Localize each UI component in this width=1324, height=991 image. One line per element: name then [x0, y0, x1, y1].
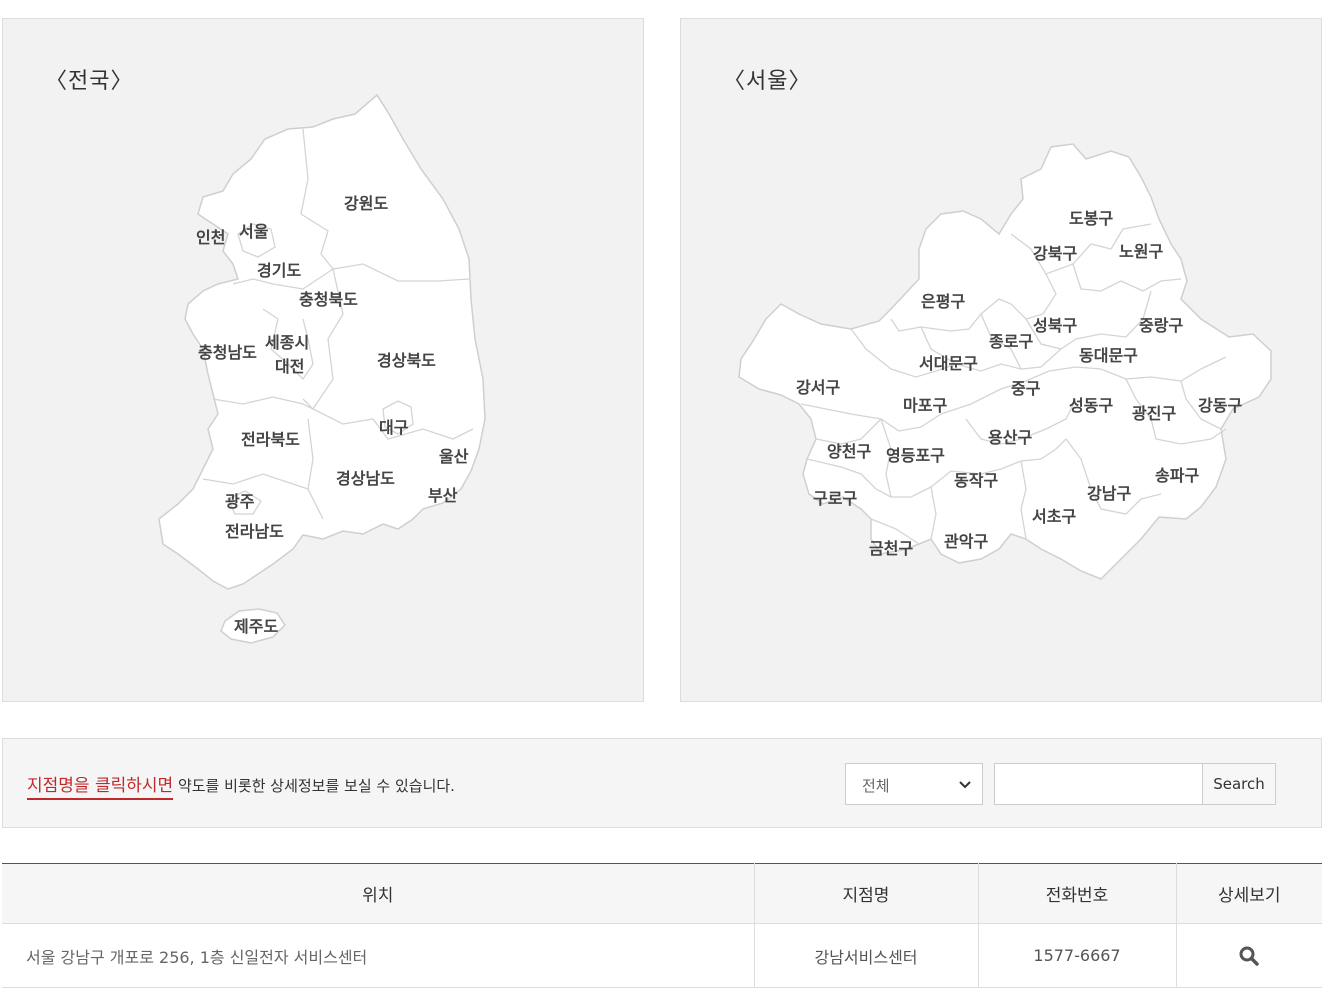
district-seongbuk[interactable]: 성북구 [1033, 316, 1077, 335]
notice-rest: 약도를 비롯한 상세정보를 보실 수 있습니다. [173, 777, 455, 795]
district-geumcheon[interactable]: 금천구 [869, 539, 913, 558]
header-phone: 전화번호 [978, 863, 1177, 924]
district-yeongdeungpo[interactable]: 영등포구 [886, 446, 945, 465]
mainland-shape [158, 93, 486, 590]
seoul-map-panel: 〈서울〉 도봉구 강북구 노원구 은평구 성북구 중랑구 종로구 서대문구 동대… [680, 18, 1322, 702]
chevron-down-icon [959, 781, 971, 789]
region-sejong[interactable]: 세종시 [265, 333, 309, 352]
district-mapo[interactable]: 마포구 [903, 396, 947, 415]
district-dongjak[interactable]: 동작구 [954, 471, 998, 490]
region-jeju[interactable]: 제주도 [234, 617, 278, 636]
district-gwangjin[interactable]: 광진구 [1132, 404, 1176, 423]
row-phone: 1577-6667 [978, 923, 1177, 988]
district-nowon[interactable]: 노원구 [1119, 242, 1163, 261]
region-gyeonggi[interactable]: 경기도 [257, 261, 301, 280]
search-bar: 지점명을 클릭하시면 약도를 비롯한 상세정보를 보실 수 있습니다. 전체 S… [2, 738, 1322, 828]
region-gwangju[interactable]: 광주 [225, 492, 255, 511]
seoul-outline [738, 143, 1272, 580]
district-gangnam[interactable]: 강남구 [1087, 484, 1131, 503]
district-jongno[interactable]: 종로구 [989, 332, 1033, 351]
region-select-value: 전체 [862, 777, 890, 795]
region-gangwon[interactable]: 강원도 [344, 194, 388, 213]
seoul-map: 도봉구 강북구 노원구 은평구 성북구 중랑구 종로구 서대문구 동대문구 강서… [738, 143, 1272, 580]
table-row: 서울 강남구 개포로 256, 1층 신일전자 서비스센터 강남서비스센터 15… [2, 923, 1322, 988]
search-button[interactable]: Search [1202, 763, 1276, 805]
district-seocho[interactable]: 서초구 [1032, 507, 1076, 526]
district-dongdaemun[interactable]: 동대문구 [1079, 346, 1138, 365]
district-yangcheon[interactable]: 양천구 [827, 442, 871, 461]
district-seodaemun[interactable]: 서대문구 [919, 354, 978, 373]
national-map-panel: 〈전국〉 강원도 인천 서울 경기도 충청북도 충청남도 세종시 대전 경상북도… [2, 18, 644, 702]
district-guro[interactable]: 구로구 [813, 489, 857, 508]
district-yongsan[interactable]: 용산구 [988, 428, 1032, 447]
search-icon[interactable] [1238, 945, 1260, 967]
row-address: 서울 강남구 개포로 256, 1층 신일전자 서비스센터 [2, 923, 755, 988]
table-header-row: 위치 지점명 전화번호 상세보기 [2, 863, 1322, 924]
korea-map: 강원도 인천 서울 경기도 충청북도 충청남도 세종시 대전 경상북도 대구 전… [158, 93, 486, 644]
district-gwanak[interactable]: 관악구 [944, 532, 988, 551]
district-seongdong[interactable]: 성동구 [1069, 396, 1113, 415]
region-gyeongnam[interactable]: 경상남도 [336, 469, 395, 488]
region-chungbuk[interactable]: 충청북도 [299, 290, 358, 309]
region-daejeon[interactable]: 대전 [275, 357, 304, 376]
region-incheon[interactable]: 인천 [196, 228, 225, 247]
region-jeonnam[interactable]: 전라남도 [225, 522, 284, 541]
header-detail: 상세보기 [1176, 863, 1322, 924]
district-gangdong[interactable]: 강동구 [1198, 396, 1242, 415]
region-jeonbuk[interactable]: 전라북도 [241, 430, 300, 449]
district-eunpyeong[interactable]: 은평구 [921, 292, 965, 311]
row-detail-cell [1176, 923, 1322, 988]
district-gangseo[interactable]: 강서구 [796, 378, 840, 397]
region-daegu[interactable]: 대구 [379, 418, 409, 437]
header-branch: 지점명 [754, 863, 979, 924]
region-chungnam[interactable]: 충청남도 [198, 343, 257, 362]
region-gyeongbuk[interactable]: 경상북도 [377, 351, 436, 370]
row-branch[interactable]: 강남서비스센터 [754, 923, 979, 988]
region-seoul[interactable]: 서울 [239, 222, 269, 241]
region-select[interactable]: 전체 [845, 763, 983, 805]
region-ulsan[interactable]: 울산 [439, 447, 469, 466]
district-jungnang[interactable]: 중랑구 [1139, 316, 1183, 335]
region-busan[interactable]: 부산 [428, 486, 458, 505]
district-dobong[interactable]: 도봉구 [1069, 209, 1113, 228]
district-songpa[interactable]: 송파구 [1155, 466, 1199, 485]
district-gangbuk[interactable]: 강북구 [1033, 244, 1077, 263]
district-jung[interactable]: 중구 [1011, 379, 1041, 398]
header-location: 위치 [2, 863, 755, 924]
results-table: 위치 지점명 전화번호 상세보기 서울 강남구 개포로 256, 1층 신일전자… [2, 863, 1322, 988]
notice-text: 지점명을 클릭하시면 약도를 비롯한 상세정보를 보실 수 있습니다. [27, 771, 455, 800]
search-input[interactable] [994, 763, 1204, 805]
notice-highlight: 지점명을 클릭하시면 [27, 776, 174, 800]
